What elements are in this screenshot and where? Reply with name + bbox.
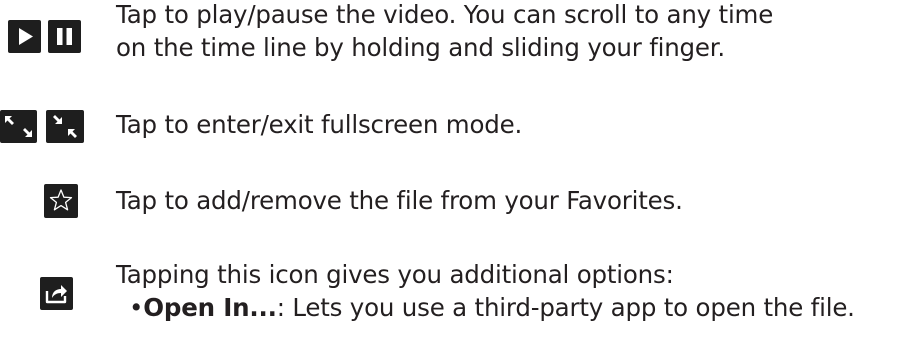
options-description: Tapping this icon gives you additional o… [116, 258, 855, 324]
play-button-icon [8, 20, 41, 53]
pause-icon [57, 28, 72, 45]
bullet-item-open-in: •Open In...: Lets you use a third-party … [116, 291, 855, 324]
fullscreen-description: Tap to enter/exit fullscreen mode. [116, 108, 522, 141]
enter-fullscreen-icon [5, 116, 32, 137]
exit-fullscreen-icon [53, 115, 77, 138]
play-icon [19, 28, 33, 45]
bullet-symbol: • [129, 293, 144, 322]
description-line: Tap to enter/exit fullscreen mode. [116, 110, 523, 139]
share-icon [45, 285, 67, 304]
open-in-label: Open In... [143, 293, 277, 322]
favorites-description: Tap to add/remove the file from your Fav… [116, 184, 683, 217]
description-line: Tap to add/remove the file from your Fav… [116, 186, 683, 215]
description-line: Tap to play/pause the video. You can scr… [116, 0, 774, 29]
enter-fullscreen-button-icon [0, 110, 37, 143]
share-button-icon [40, 277, 73, 310]
open-in-description: : Lets you use a third-party app to open… [276, 293, 855, 322]
favorite-button-icon [44, 184, 78, 218]
exit-fullscreen-button-icon [46, 110, 84, 143]
play-pause-description: Tap to play/pause the video. You can scr… [116, 0, 773, 64]
description-line: Tapping this icon gives you additional o… [116, 260, 674, 289]
description-line: on the time line by holding and sliding … [116, 33, 725, 62]
star-icon [49, 189, 73, 211]
pause-button-icon [48, 20, 81, 53]
